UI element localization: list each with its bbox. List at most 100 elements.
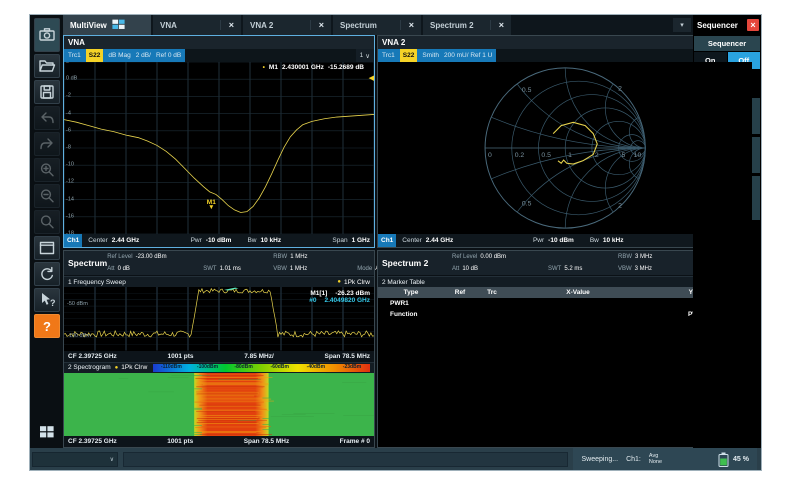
- zoom-search-icon[interactable]: [34, 210, 60, 234]
- multiview-content: VNA Trc1 S22 dB Mag 2 dB/ Ref 0 dB 1 ∨ •…: [63, 35, 693, 448]
- trace-name: Trc1: [382, 52, 395, 59]
- span-value[interactable]: Span 78.5 MHz: [325, 353, 371, 360]
- cf-value[interactable]: CF 2.39725 GHz: [68, 438, 117, 445]
- bw-value[interactable]: 10 kHz: [603, 237, 624, 244]
- folder-open-icon[interactable]: [34, 54, 60, 78]
- close-icon[interactable]: ×: [220, 20, 234, 30]
- sequencer-loop-icon[interactable]: [34, 262, 60, 286]
- status-right-section: Sweeping... Ch1: Avg None 45 %: [573, 448, 757, 470]
- close-icon[interactable]: ×: [310, 20, 324, 30]
- help-pointer-icon[interactable]: ?: [34, 288, 60, 312]
- chevron-down-icon: ∨: [110, 456, 114, 463]
- sweep-marker-readout: M1[1]-26.23 dBm#02.4049820 GHz: [309, 290, 370, 304]
- setting[interactable]: RBW3 MHz: [618, 254, 702, 260]
- scale-label: -80dBm: [226, 364, 262, 372]
- setting[interactable]: RBW1 MHz: [273, 254, 357, 260]
- setting-value: 3 MHz: [635, 266, 652, 272]
- cf-value[interactable]: CF 2.39725 GHz: [68, 353, 117, 360]
- close-icon[interactable]: ×: [400, 20, 414, 30]
- spectrogram-plot[interactable]: [64, 373, 374, 437]
- tab-vna[interactable]: VNA×: [153, 15, 241, 35]
- y-axis-label: -12: [66, 179, 74, 185]
- save-icon[interactable]: [34, 80, 60, 104]
- camera-icon[interactable]: [34, 18, 60, 52]
- setting[interactable]: VBW3 MHz: [618, 266, 702, 272]
- setting-label: Ref Level: [107, 254, 132, 260]
- tab-spectrum[interactable]: Spectrum×: [333, 15, 421, 35]
- tab-spectrum-2[interactable]: Spectrum 2×: [423, 15, 511, 35]
- y-axis-label: -4: [66, 110, 71, 116]
- setting[interactable]: Ref Level-23.00 dBm: [107, 254, 203, 260]
- spectrogram-svg: [64, 373, 374, 437]
- tab-multiview[interactable]: MultiView: [63, 15, 151, 35]
- setting-label: Att: [452, 266, 459, 272]
- setting[interactable]: VBW1 MHz: [273, 266, 357, 272]
- setting-label: VBW: [618, 266, 632, 272]
- window-title: 2 Marker Table: [382, 279, 425, 286]
- vna-trace-svg: [64, 62, 374, 234]
- close-icon[interactable]: ×: [747, 19, 759, 31]
- span-value[interactable]: 1 GHz: [352, 237, 370, 244]
- scale-label: -110dBm: [153, 364, 189, 372]
- tab-label: VNA 2: [250, 21, 273, 30]
- freq-sweep-window-header[interactable]: 1 Frequency Sweep ● 1Pk Clrw: [64, 276, 374, 287]
- m1-marker[interactable]: M1▼: [207, 200, 216, 210]
- y-axis-label: 0 dB: [66, 76, 77, 82]
- setting-value: 10 dB: [462, 266, 478, 272]
- setting[interactable]: SWT5.2 ms: [548, 266, 618, 272]
- smith-chart-svg: 00.20.5125100.50.522: [378, 62, 752, 234]
- trace-legend-label: 1Pk Clrw: [121, 364, 147, 371]
- close-icon[interactable]: ×: [490, 20, 504, 30]
- setting[interactable]: Att0 dB: [107, 266, 203, 272]
- chevron-down-icon: ∨: [365, 52, 370, 60]
- setting[interactable]: Att10 dB: [452, 266, 548, 272]
- vna-window-selector[interactable]: 1 ∨: [356, 49, 374, 62]
- frequency-sweep-plot[interactable]: M1[1]-26.23 dBm#02.4049820 GHz -50 dBm-1…: [64, 287, 374, 351]
- undo-icon[interactable]: [34, 106, 60, 130]
- frame-value[interactable]: Frame # 0: [340, 438, 370, 445]
- trace-ref: Ref 0 dB: [156, 52, 181, 59]
- span-value[interactable]: Span 78.5 MHz: [244, 438, 290, 445]
- tab-overflow-button[interactable]: ▾: [673, 18, 691, 32]
- trace-legend: ● 1Pk Clrw: [115, 364, 148, 371]
- y-axis-label: -14: [66, 196, 74, 202]
- setting-value: 1 MHz: [290, 266, 307, 272]
- pwr-value[interactable]: -10 dBm: [206, 237, 232, 244]
- tab-vna-2[interactable]: VNA 2 ×: [243, 15, 331, 35]
- vna-trace-settings[interactable]: Trc1 S22 dB Mag 2 dB/ Ref 0 dB: [64, 49, 185, 62]
- center-value[interactable]: 2.44 GHz: [426, 237, 453, 244]
- zoom-in-icon[interactable]: [34, 158, 60, 182]
- vna-plot[interactable]: • M1 2.430001 GHz -15.2689 dB ◀ 20 dB-2-…: [64, 62, 374, 234]
- channel-badge[interactable]: Ch1: [378, 234, 396, 247]
- setting[interactable]: SWT1.01 ms: [203, 266, 273, 272]
- scale-label: -100dBm: [189, 364, 225, 372]
- sweep-status-text: Sweeping...: [581, 456, 618, 463]
- s-parameter-chip: S22: [400, 49, 418, 62]
- marker-row: M1[1]-26.23 dBm: [309, 290, 370, 297]
- help-icon[interactable]: ?: [34, 314, 60, 338]
- vna2-trace-settings[interactable]: Trc1 S22 Smith 200 mU/ Ref 1 U: [378, 49, 496, 62]
- redo-icon[interactable]: [34, 132, 60, 156]
- smith-chart-plot[interactable]: 00.20.5125100.50.522: [378, 62, 752, 234]
- status-dropdown[interactable]: ∨: [32, 452, 118, 467]
- setting-label: Ref Level: [452, 254, 477, 260]
- trace-name: Trc1: [68, 52, 81, 59]
- setting[interactable]: Ref Level0.00 dBm: [452, 254, 548, 260]
- spectrogram-color-scale: -110dBm-100dBm-80dBm-60dBm-40dBm-23dBm: [153, 364, 370, 372]
- spectrum-title: Spectrum: [64, 251, 107, 275]
- window-frame-icon[interactable]: [34, 236, 60, 260]
- channel-badge[interactable]: Ch1: [64, 234, 82, 247]
- windows-icon[interactable]: [34, 420, 60, 444]
- trace-format: Smith: [422, 52, 439, 59]
- trace-legend-label: 1Pk Clrw: [344, 279, 370, 286]
- window-number: 1: [360, 52, 364, 59]
- setting: [548, 254, 618, 260]
- spectrogram-window-header[interactable]: 2 Spectrogram ● 1Pk Clrw -110dBm-100dBm-…: [64, 362, 374, 373]
- column-header: Trc: [476, 289, 508, 296]
- trace-scale: 2 dB/: [136, 52, 151, 59]
- pwr-value[interactable]: -10 dBm: [548, 237, 574, 244]
- zoom-out-icon[interactable]: [34, 184, 60, 208]
- bw-value[interactable]: 10 kHz: [260, 237, 281, 244]
- setting-value: 0.00 dBm: [480, 254, 506, 260]
- center-value[interactable]: 2.44 GHz: [112, 237, 139, 244]
